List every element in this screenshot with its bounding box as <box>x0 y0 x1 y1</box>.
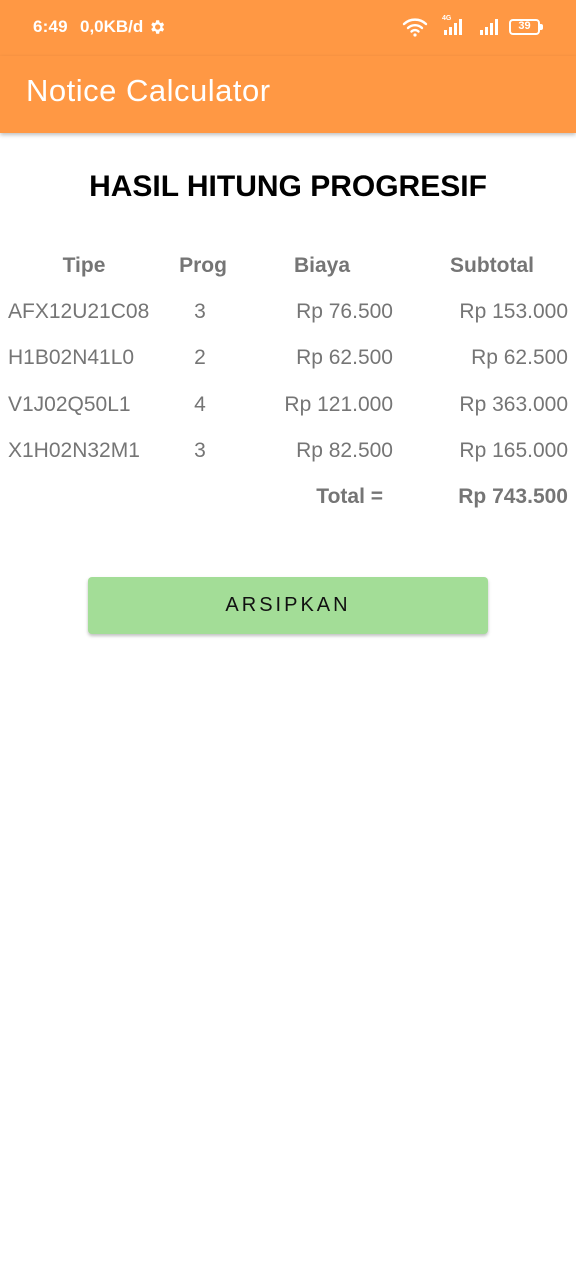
battery-icon: 39 <box>509 19 540 35</box>
column-header-subtotal: Subtotal <box>450 254 534 277</box>
total-value: Rp 743.500 <box>458 485 568 508</box>
cell-subtotal: Rp 363.000 <box>459 393 568 416</box>
battery-tip <box>540 24 543 30</box>
signal-icon <box>444 19 462 35</box>
cell-subtotal: Rp 165.000 <box>459 439 568 462</box>
cell-prog: 3 <box>194 439 206 462</box>
cell-tipe: X1H02N32M1 <box>8 439 140 462</box>
cell-tipe: AFX12U21C08 <box>8 300 150 323</box>
cell-tipe: H1B02N41L0 <box>8 346 135 369</box>
status-network-speed: 0,0KB/d <box>80 17 144 36</box>
cell-biaya: Rp 82.500 <box>296 439 393 462</box>
cell-subtotal: Rp 153.000 <box>459 300 568 323</box>
cell-biaya: Rp 62.500 <box>296 346 393 369</box>
battery-level: 39 <box>518 20 531 32</box>
gear-icon <box>151 20 165 34</box>
column-header-biaya: Biaya <box>293 254 351 277</box>
cell-biaya: Rp 76.500 <box>296 300 393 323</box>
cell-prog: 2 <box>194 346 206 369</box>
wifi-icon <box>402 18 428 37</box>
status-bar: 6:49 0,0KB/d 4G 39 <box>0 0 576 56</box>
app-bar: Notice Calculator <box>0 56 576 133</box>
cell-subtotal: Rp 62.500 <box>471 346 568 369</box>
cell-biaya: Rp 121.000 <box>284 393 393 416</box>
cell-prog: 4 <box>194 393 206 416</box>
archive-button[interactable]: ARSIPKAN <box>88 577 488 634</box>
status-time: 6:49 <box>33 17 68 36</box>
cell-tipe: V1J02Q50L1 <box>8 393 131 416</box>
column-header-tipe: Tipe <box>62 254 106 277</box>
total-label: Total = <box>316 485 383 508</box>
app-title: Notice Calculator <box>26 73 271 108</box>
column-header-prog: Prog <box>179 254 227 277</box>
signal-icon <box>480 19 498 35</box>
cell-prog: 3 <box>194 300 206 323</box>
page-title: HASIL HITUNG PROGRESIF <box>89 170 487 203</box>
